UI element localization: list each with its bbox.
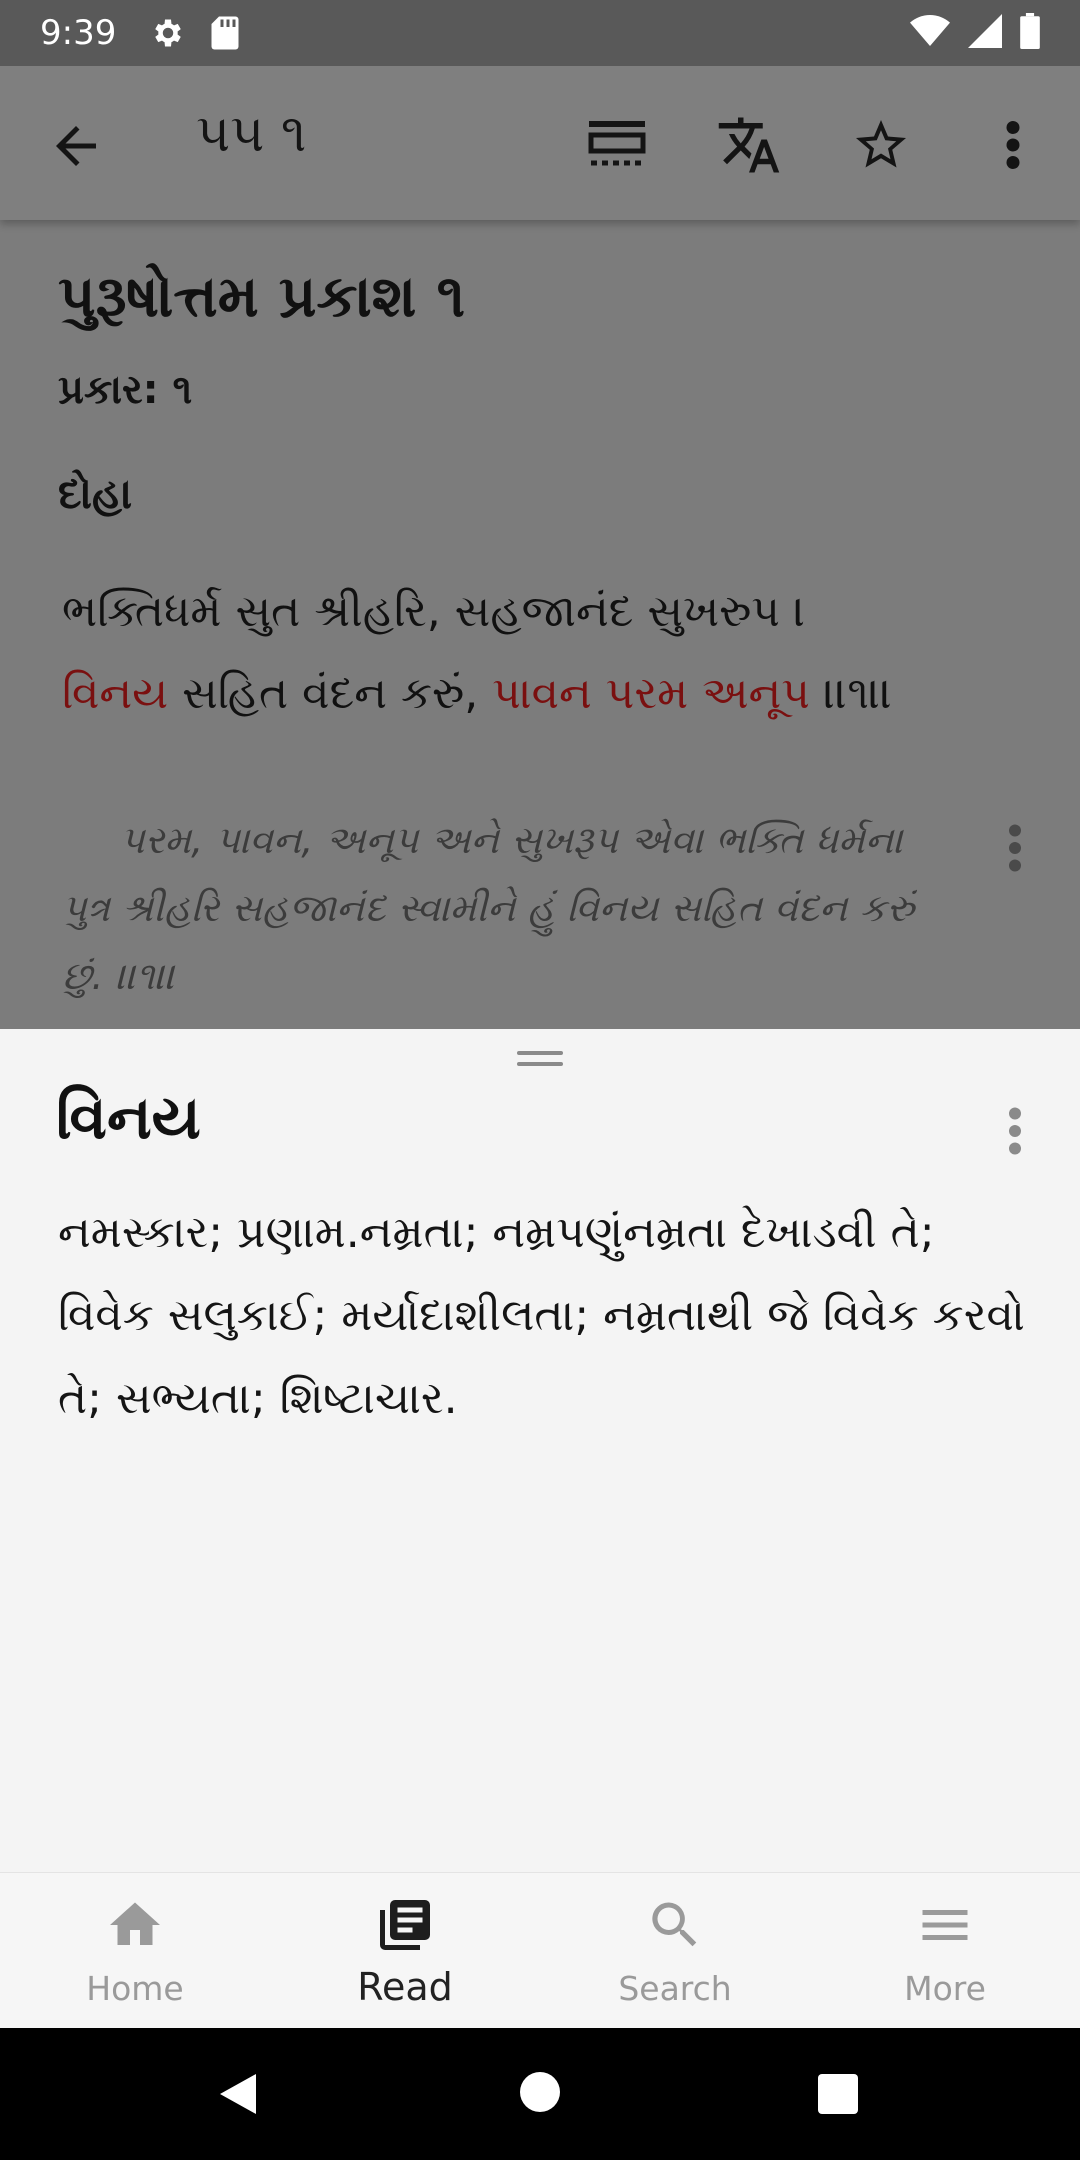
word-definition: નમસ્કાર; પ્રણામ.નમ્રતા; નમ્રપણુંનમ્રતા દ…: [58, 1207, 1025, 1424]
nav-more[interactable]: More: [810, 1873, 1080, 2029]
nav-more-label: More: [904, 1969, 986, 2008]
menu-icon: [915, 1895, 975, 1955]
chapter-subheading: પ્રકાર: ૧: [58, 367, 193, 413]
signal-icon: [968, 14, 1002, 52]
book-icon: [375, 1895, 435, 1955]
nav-search[interactable]: Search: [540, 1873, 810, 2029]
verse-line-1: ભક્તિધર્મ સુત શ્રીહરિ, સહજાનંદ સુખરુપ ।: [62, 586, 806, 637]
system-back-icon[interactable]: [216, 2070, 260, 2122]
translate-icon[interactable]: [716, 112, 782, 178]
sheet-word-title: વિનય: [56, 1083, 201, 1153]
meaning-more-icon[interactable]: [1000, 818, 1030, 878]
nav-read[interactable]: Read: [270, 1873, 540, 2029]
more-vert-icon[interactable]: [980, 112, 1046, 178]
nav-read-label: Read: [357, 1965, 453, 2009]
system-recents-icon[interactable]: [818, 2074, 858, 2118]
page-title: ૫૫ ૧: [196, 104, 307, 164]
verse-meaning: પરમ, પાવન, અનૂપ અને સુખરૂપ એવા ભક્તિ ધર્…: [62, 818, 915, 998]
star-icon[interactable]: [848, 112, 914, 178]
section-label: દોહા: [58, 469, 133, 518]
verse-end: ।।૧।।: [809, 668, 893, 719]
verse: ભક્તિધર્મ સુત શ્રીહરિ, સહજાનંદ સુખરુપ । …: [62, 571, 1020, 735]
battery-icon: [1020, 13, 1040, 53]
system-home-icon[interactable]: [520, 2072, 560, 2116]
settings-icon: [150, 15, 186, 51]
sd-card-icon: [210, 15, 240, 51]
sheet-more-icon[interactable]: [1000, 1101, 1030, 1161]
chapter-heading: પુરૂષોત્તમ પ્રકાશ ૧: [58, 262, 466, 330]
bottom-navigation: Home Read Search More: [0, 1872, 1080, 2028]
home-icon: [105, 1895, 165, 1955]
nav-home-label: Home: [86, 1969, 184, 2008]
app-bar: ૫૫ ૧: [0, 66, 1080, 220]
nav-search-label: Search: [618, 1969, 732, 2008]
status-time: 9:39: [40, 13, 117, 53]
highlighted-phrase[interactable]: પાવન પરમ અનૂપ: [492, 668, 810, 719]
wifi-icon: [910, 14, 950, 52]
nav-home[interactable]: Home: [0, 1873, 270, 2029]
status-bar: 9:39: [0, 0, 1080, 66]
system-navigation-bar: [0, 2028, 1080, 2160]
drag-handle[interactable]: [517, 1051, 563, 1071]
word-meaning-sheet: વિનય નમસ્કાર; પ્રણામ.નમ્રતા; નમ્રપણુંનમ્…: [0, 1029, 1080, 1872]
search-icon: [645, 1895, 705, 1955]
back-arrow-icon[interactable]: [46, 116, 106, 176]
reading-mode-icon[interactable]: [584, 112, 650, 178]
highlighted-word-vinay[interactable]: વિનય: [62, 668, 168, 719]
verse-text: સહિત વંદન કરું,: [168, 668, 493, 719]
reading-content: પુરૂષોત્તમ પ્રકાશ ૧ પ્રકાર: ૧ દોહા ભક્તિ…: [58, 262, 1020, 735]
reader-area[interactable]: ૫૫ ૧ પુરૂષોત્તમ પ્રકાશ ૧ પ્રકાર: ૧ દોહા …: [0, 66, 1080, 1029]
verse-line-2: વિનય સહિત વંદન કરું, પાવન પરમ અનૂપ ।।૧।।: [62, 653, 1020, 735]
